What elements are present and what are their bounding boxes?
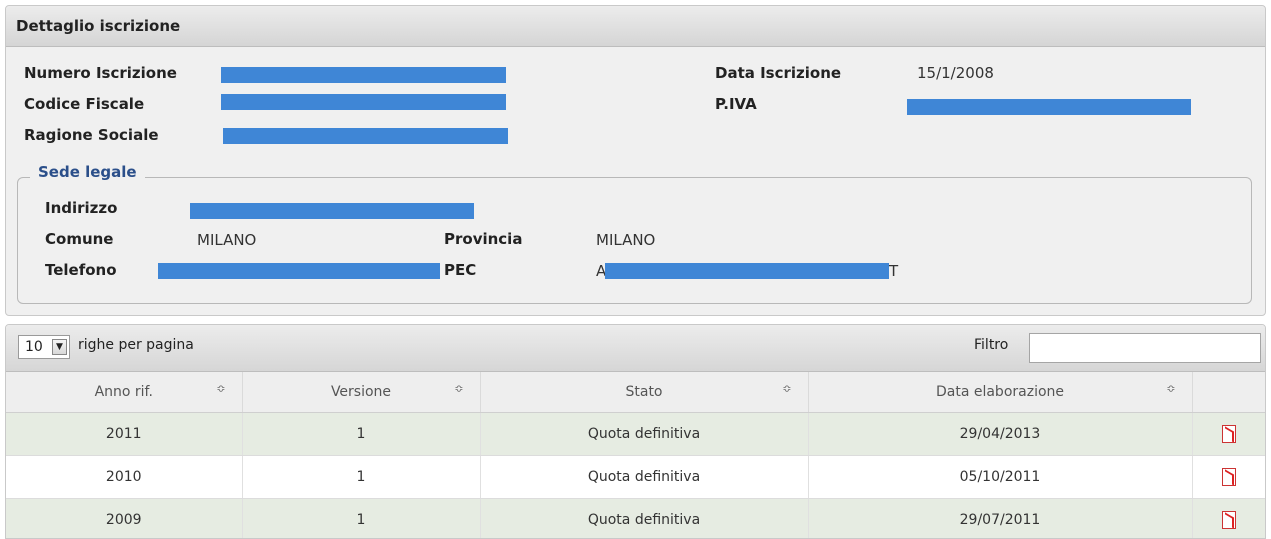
column-header-versione[interactable]: Versione ≎	[242, 372, 481, 413]
table-row[interactable]: 2011 1 Quota definitiva 29/04/2013	[6, 412, 1265, 456]
provincia-label: Provincia	[444, 230, 523, 248]
cell-versione: 1	[242, 455, 481, 499]
piva-redacted	[907, 99, 1191, 115]
sort-icon[interactable]: ≎	[454, 382, 463, 395]
column-header-data[interactable]: Data elaborazione ≎	[808, 372, 1193, 413]
indirizzo-redacted	[190, 203, 474, 219]
data-iscrizione-value: 15/1/2008	[917, 64, 994, 82]
cell-stato: Quota definitiva	[480, 498, 809, 538]
comune-value: MILANO	[197, 231, 257, 249]
column-header-label: Stato	[625, 384, 663, 400]
cell-anno: 2011	[6, 412, 243, 456]
pec-redacted	[605, 263, 889, 279]
cell-stato: Quota definitiva	[480, 455, 809, 499]
sede-legale-legend: Sede legale	[30, 163, 145, 181]
telefono-redacted	[158, 263, 440, 279]
cell-versione: 1	[242, 498, 481, 538]
filter-label: Filtro	[974, 337, 1009, 353]
per-page-label: righe per pagina	[78, 337, 194, 353]
grid-table: Anno rif. ≎ Versione ≎ Stato ≎ Data elabora…	[6, 372, 1265, 538]
column-header-label: Anno rif.	[94, 384, 153, 400]
column-header-label: Versione	[330, 384, 392, 400]
pec-label: PEC	[444, 261, 477, 279]
iscrizioni-grid: 10 ▼ righe per pagina Filtro Anno rif. ≎ …	[5, 324, 1266, 539]
column-header-stato[interactable]: Stato ≎	[480, 372, 809, 413]
chevron-down-icon[interactable]: ▼	[52, 339, 67, 355]
numero-iscrizione-redacted	[221, 67, 506, 83]
column-header-label: Data elaborazione	[935, 384, 1065, 400]
codice-fiscale-redacted	[221, 94, 506, 110]
column-header-actions	[1192, 372, 1265, 413]
panel-title: Dettaglio iscrizione	[6, 6, 1265, 47]
cell-actions	[1192, 498, 1265, 538]
pdf-icon[interactable]	[1221, 468, 1236, 486]
ragione-sociale-label: Ragione Sociale	[24, 126, 159, 144]
cell-actions	[1192, 412, 1265, 456]
sort-icon[interactable]: ≎	[216, 382, 225, 395]
pec-value-suffix: T	[889, 262, 899, 280]
sort-icon[interactable]: ≎	[1166, 382, 1175, 395]
numero-iscrizione-label: Numero Iscrizione	[24, 64, 177, 82]
filter-input[interactable]	[1029, 333, 1261, 363]
table-row[interactable]: 2009 1 Quota definitiva 29/07/2011	[6, 498, 1265, 538]
cell-data: 29/04/2013	[808, 412, 1193, 456]
page-size-select[interactable]: 10 ▼	[18, 335, 70, 359]
provincia-value: MILANO	[596, 231, 656, 249]
pdf-icon[interactable]	[1221, 511, 1236, 529]
cell-data: 05/10/2011	[808, 455, 1193, 499]
page-size-value: 10	[25, 339, 43, 355]
ragione-sociale-redacted	[223, 128, 508, 144]
indirizzo-label: Indirizzo	[45, 199, 118, 217]
table-row[interactable]: 2010 1 Quota definitiva 05/10/2011	[6, 455, 1265, 499]
cell-stato: Quota definitiva	[480, 412, 809, 456]
grid-toolbar: 10 ▼ righe per pagina Filtro	[6, 325, 1265, 372]
codice-fiscale-label: Codice Fiscale	[24, 95, 145, 113]
piva-label: P.IVA	[715, 95, 757, 113]
cell-data: 29/07/2011	[808, 498, 1193, 538]
comune-label: Comune	[45, 230, 114, 248]
pdf-icon[interactable]	[1221, 425, 1236, 443]
telefono-label: Telefono	[45, 261, 117, 279]
column-header-anno[interactable]: Anno rif. ≎	[6, 372, 243, 413]
header-row: Anno rif. ≎ Versione ≎ Stato ≎ Data elabora…	[6, 372, 1265, 413]
cell-anno: 2010	[6, 455, 243, 499]
data-iscrizione-label: Data Iscrizione	[715, 64, 842, 82]
cell-actions	[1192, 455, 1265, 499]
cell-versione: 1	[242, 412, 481, 456]
cell-anno: 2009	[6, 498, 243, 538]
sort-icon[interactable]: ≎	[782, 382, 791, 395]
